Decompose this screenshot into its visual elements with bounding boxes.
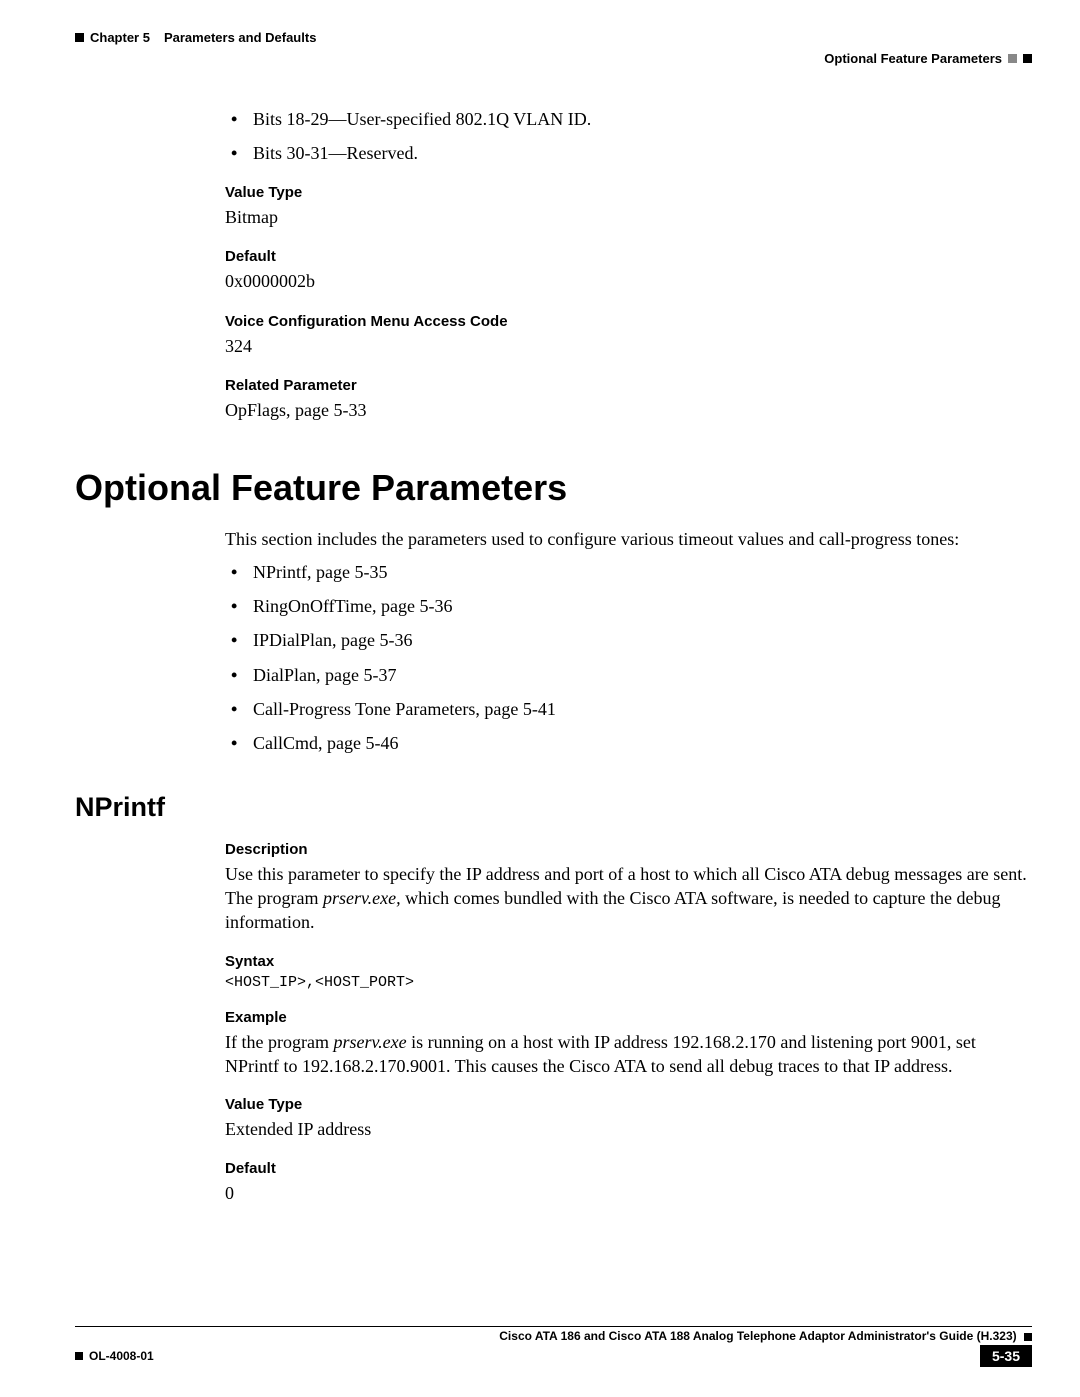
syntax-code: <HOST_IP>,<HOST_PORT> — [225, 974, 1032, 991]
value-type: Extended IP address — [225, 1117, 1032, 1142]
list-item: DialPlan, page 5-37 — [225, 662, 1032, 688]
list-item: RingOnOffTime, page 5-36 — [225, 593, 1032, 619]
description-text: Use this parameter to specify the IP add… — [225, 862, 1032, 935]
default-value: 0 — [225, 1181, 1032, 1206]
syntax-label: Syntax — [225, 953, 1032, 970]
footer-square-icon — [75, 1352, 83, 1360]
value-type-label: Value Type — [225, 1096, 1032, 1113]
description-label: Description — [225, 841, 1032, 858]
voice-config-value: 324 — [225, 334, 1032, 359]
default-label: Default — [225, 1160, 1032, 1177]
doc-number-text: OL-4008-01 — [89, 1349, 154, 1363]
value-type-label: Value Type — [225, 184, 1032, 201]
list-item: CallCmd, page 5-46 — [225, 730, 1032, 756]
list-item: Call-Progress Tone Parameters, page 5-41 — [225, 696, 1032, 722]
description-italic: prserv.exe, — [323, 888, 401, 908]
list-item: Bits 30-31—Reserved. — [225, 140, 1032, 166]
page-subheader: Optional Feature Parameters — [75, 51, 1032, 66]
header-square-icon — [75, 33, 84, 42]
footer-square-icon — [1024, 1333, 1032, 1341]
section-heading: Optional Feature Parameters — [75, 467, 1032, 509]
subsection-heading: NPrintf — [75, 792, 1032, 823]
page-header: Chapter 5 Parameters and Defaults — [75, 30, 1032, 45]
section-breadcrumb: Optional Feature Parameters — [824, 51, 1002, 66]
section-list: NPrintf, page 5-35 RingOnOffTime, page 5… — [225, 559, 1032, 756]
default-label: Default — [225, 248, 1032, 265]
chapter-title: Parameters and Defaults — [164, 30, 316, 45]
guide-title: Cisco ATA 186 and Cisco ATA 188 Analog T… — [499, 1329, 1016, 1343]
section-intro: This section includes the parameters use… — [225, 527, 1032, 551]
doc-number: OL-4008-01 — [75, 1349, 154, 1363]
related-param-label: Related Parameter — [225, 377, 1032, 394]
page-number: 5-35 — [980, 1345, 1032, 1367]
related-param-value: OpFlags, page 5-33 — [225, 398, 1032, 423]
example-italic: prserv.exe — [333, 1032, 406, 1052]
subheader-square-icon — [1023, 54, 1032, 63]
example-pre: If the program — [225, 1032, 333, 1052]
subheader-square-icon — [1008, 54, 1017, 63]
list-item: NPrintf, page 5-35 — [225, 559, 1032, 585]
list-item: IPDialPlan, page 5-36 — [225, 627, 1032, 653]
list-item: Bits 18-29—User-specified 802.1Q VLAN ID… — [225, 106, 1032, 132]
example-label: Example — [225, 1009, 1032, 1026]
value-type: Bitmap — [225, 205, 1032, 230]
voice-config-label: Voice Configuration Menu Access Code — [225, 313, 1032, 330]
default-value: 0x0000002b — [225, 269, 1032, 294]
bits-list: Bits 18-29—User-specified 802.1Q VLAN ID… — [225, 106, 1032, 166]
page-footer: Cisco ATA 186 and Cisco ATA 188 Analog T… — [75, 1326, 1032, 1367]
chapter-label: Chapter 5 — [90, 30, 150, 45]
example-text: If the program prserv.exe is running on … — [225, 1030, 1032, 1079]
